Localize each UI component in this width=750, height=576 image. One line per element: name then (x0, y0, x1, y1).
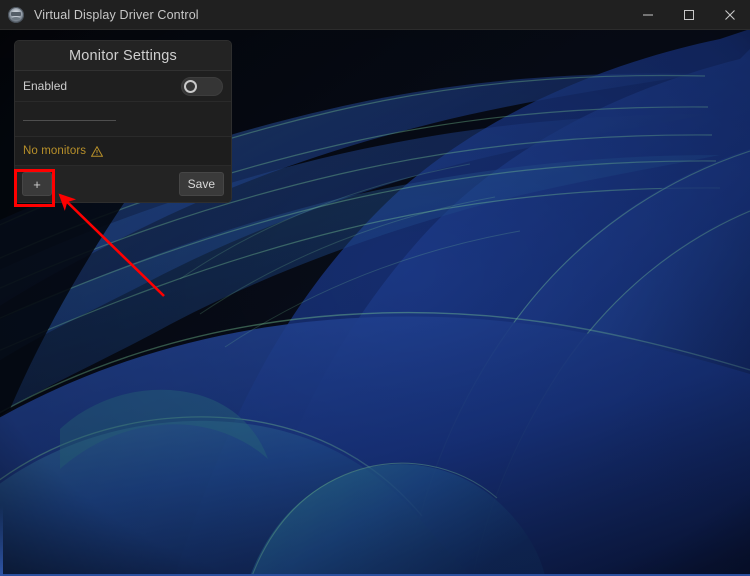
panel-header: Monitor Settings (15, 41, 231, 71)
window-title: Virtual Display Driver Control (34, 7, 199, 22)
panel-footer: + Save (15, 166, 231, 202)
window-controls (627, 0, 750, 29)
enabled-toggle[interactable] (181, 76, 223, 96)
list-divider (23, 120, 116, 121)
save-button[interactable]: Save (178, 172, 224, 196)
application-window: Virtual Display Driver Control Monitor S… (0, 0, 750, 576)
warning-triangle-icon (91, 145, 104, 157)
enabled-label: Enabled (23, 79, 68, 93)
add-monitor-button[interactable]: + (22, 172, 52, 196)
panel-title: Monitor Settings (69, 47, 177, 64)
status-row: No monitors (15, 137, 231, 166)
monitor-settings-panel: Monitor Settings Enabled No monitors + S… (14, 40, 232, 203)
app-logo-icon (8, 6, 24, 23)
status-text: No monitors (23, 145, 87, 157)
maximize-button[interactable] (668, 0, 709, 29)
enabled-row: Enabled (15, 71, 231, 102)
monitor-list[interactable] (15, 102, 231, 137)
minimize-button[interactable] (627, 0, 668, 29)
enabled-toggle-knob (184, 79, 197, 93)
close-button[interactable] (709, 0, 750, 29)
title-bar[interactable]: Virtual Display Driver Control (0, 0, 750, 30)
